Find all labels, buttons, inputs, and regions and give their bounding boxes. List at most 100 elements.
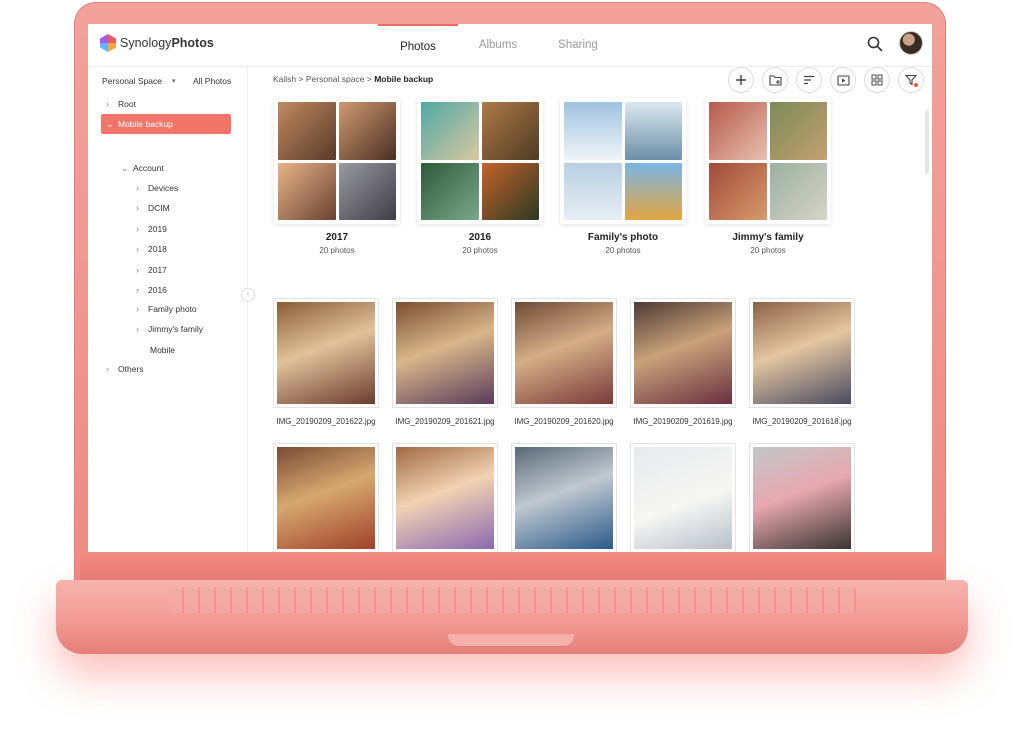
tree-item-label: Mobile xyxy=(150,345,176,355)
tree-item-label: Mobile backup xyxy=(118,119,173,129)
tree-item-root[interactable]: › Root xyxy=(106,94,136,114)
caret-down-icon: ▾ xyxy=(172,78,176,85)
photo-tile[interactable]: IMG_20190209_201618.jpg xyxy=(750,299,854,426)
breadcrumb-separator: > xyxy=(366,74,372,84)
breadcrumb-item-personal-space[interactable]: Personal space xyxy=(306,74,365,84)
folder-thumbnail-grid xyxy=(417,98,543,224)
tree-item-label: Root xyxy=(118,99,136,109)
photo-tile[interactable]: IMG_20190209_201619.jpg xyxy=(631,299,735,426)
photo-tile[interactable] xyxy=(512,444,616,552)
folder-card-familys-photo[interactable]: Family's photo 20 photos xyxy=(560,98,686,255)
grid-view-button[interactable] xyxy=(864,67,890,93)
tree-item-account[interactable]: ⌄ Account xyxy=(121,158,164,178)
view-mode-label[interactable]: All Photos xyxy=(193,76,231,86)
chevron-right-icon: › xyxy=(136,244,139,254)
main-tabs: Photos Albums Sharing xyxy=(378,24,618,68)
scrollbar[interactable] xyxy=(925,110,929,174)
photo-filename: IMG_20190209_201622.jpg xyxy=(276,417,376,426)
tree-item-mobile-backup[interactable]: ⌄ Mobile backup xyxy=(101,114,231,134)
photo-filename: IMG_20190209_201619.jpg xyxy=(633,417,733,426)
app-header: SynologyPhotos Photos Albums Sharing xyxy=(88,24,932,67)
folder-card-jimmys-family[interactable]: Jimmy's family 20 photos xyxy=(705,98,831,255)
chevron-right-icon: › xyxy=(136,224,139,234)
photo-thumbnail xyxy=(274,299,378,407)
laptop-keyboard xyxy=(168,587,856,613)
photo-thumbnail xyxy=(631,444,735,552)
breadcrumb-separator: > xyxy=(298,74,304,84)
photo-filename: IMG_20190209_201621.jpg xyxy=(395,417,495,426)
filter-active-dot xyxy=(914,83,918,87)
toolbar xyxy=(728,67,924,93)
photo-tile[interactable]: IMG_20190209_201622.jpg xyxy=(274,299,378,426)
add-button[interactable] xyxy=(728,67,754,93)
photo-tile[interactable] xyxy=(750,444,854,552)
tree-item-label: Jimmy's family xyxy=(148,324,203,334)
folder-count: 20 photos xyxy=(319,246,355,255)
tree-item-others[interactable]: › Others xyxy=(106,359,144,379)
search-icon[interactable] xyxy=(866,35,884,53)
folder-thumbnail-grid xyxy=(560,98,686,224)
grid-view-icon xyxy=(871,74,883,86)
chevron-right-icon: › xyxy=(106,364,109,374)
photo-tile[interactable] xyxy=(274,444,378,552)
folder-count: 20 photos xyxy=(750,246,786,255)
folder-card-2016[interactable]: 2016 20 photos xyxy=(417,98,543,255)
folder-count: 20 photos xyxy=(605,246,641,255)
space-selector[interactable]: Personal Space ▾ xyxy=(102,76,176,86)
photo-tile[interactable] xyxy=(393,444,497,552)
photo-thumbnail xyxy=(512,444,616,552)
folder-thumbnail-grid xyxy=(274,98,400,224)
chevron-right-icon: › xyxy=(136,203,139,213)
tree-item-jimmys-family[interactable]: › Jimmy's family xyxy=(136,319,203,339)
tree-item-dcim[interactable]: › DCIM xyxy=(136,198,170,218)
collapse-sidebar-icon[interactable]: ‹ xyxy=(241,288,255,302)
tab-albums[interactable]: Albums xyxy=(458,24,538,66)
photo-thumbnail xyxy=(750,299,854,407)
folder-name: Family's photo xyxy=(587,232,659,243)
chevron-right-icon: › xyxy=(136,304,139,314)
tree-item-label: DCIM xyxy=(148,203,170,213)
breadcrumb-current: Mobile backup xyxy=(374,74,434,84)
app-logo[interactable]: SynologyPhotos xyxy=(100,34,214,52)
new-folder-icon xyxy=(768,75,782,86)
tree-item-2017[interactable]: › 2017 xyxy=(136,260,167,280)
folder-count: 20 photos xyxy=(462,246,498,255)
tree-item-label: 2017 xyxy=(148,265,167,275)
tree-item-label: 2019 xyxy=(148,224,167,234)
slideshow-button[interactable] xyxy=(830,67,856,93)
folder-name: 2016 xyxy=(468,232,492,243)
breadcrumb-item-user[interactable]: Kailsh xyxy=(273,74,296,84)
new-folder-button[interactable] xyxy=(762,67,788,93)
folder-name: 2017 xyxy=(325,232,349,243)
tree-item-label: Account xyxy=(133,163,164,173)
slideshow-icon xyxy=(836,74,850,86)
folder-card-2017[interactable]: 2017 20 photos xyxy=(274,98,400,255)
tree-item-mobile[interactable]: Mobile xyxy=(150,340,175,360)
chevron-right-icon: › xyxy=(136,324,139,334)
laptop-trackpad-notch xyxy=(448,634,574,646)
tree-item-2018[interactable]: › 2018 xyxy=(136,239,167,259)
photo-tile[interactable] xyxy=(631,444,735,552)
tree-item-label: Devices xyxy=(148,183,179,193)
photo-tile[interactable]: IMG_20190209_201620.jpg xyxy=(512,299,616,426)
laptop-hinge xyxy=(80,552,944,582)
space-selector-label: Personal Space xyxy=(102,76,163,86)
tree-item-2019[interactable]: › 2019 xyxy=(136,219,167,239)
sidebar: Personal Space ▾ All Photos › Root ⌄ Mob… xyxy=(88,67,248,552)
tree-item-label: 2018 xyxy=(148,244,167,254)
chevron-down-icon: ⌄ xyxy=(121,163,129,173)
sort-button[interactable] xyxy=(796,67,822,93)
tree-item-family-photo[interactable]: › Family photo xyxy=(136,299,197,319)
tab-photos[interactable]: Photos xyxy=(378,24,458,68)
user-avatar[interactable] xyxy=(899,31,923,55)
tab-sharing[interactable]: Sharing xyxy=(538,24,618,66)
filter-button[interactable] xyxy=(898,67,924,93)
tree-item-2016[interactable]: › 2016 xyxy=(136,280,167,300)
folder-thumbnail-grid xyxy=(705,98,831,224)
tree-item-devices[interactable]: › Devices xyxy=(136,178,178,198)
add-icon xyxy=(736,75,746,85)
folder-name: Jimmy's family xyxy=(732,232,804,243)
chevron-right-icon: › xyxy=(136,183,139,193)
photo-tile[interactable]: IMG_20190209_201621.jpg xyxy=(393,299,497,426)
photo-thumbnail xyxy=(750,444,854,552)
